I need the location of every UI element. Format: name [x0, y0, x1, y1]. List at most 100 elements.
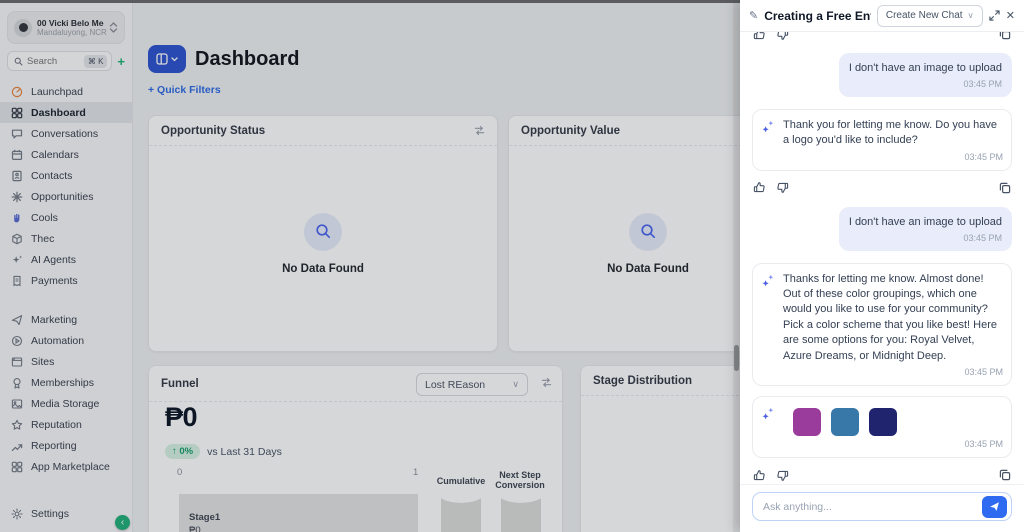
color-swatch-royal-velvet[interactable] — [793, 408, 821, 436]
quick-add-icon[interactable]: + — [117, 55, 125, 68]
collapse-chevron-icon: ‹ — [120, 517, 125, 528]
account-location: Mandaluyong, NCR — [37, 28, 107, 37]
account-name: 00 Vicki Belo Medic... — [37, 18, 104, 28]
bot-message-swatches: 03:45 PM — [752, 396, 1012, 458]
ai-sparkle-icon — [761, 273, 776, 377]
account-switcher[interactable]: 00 Vicki Belo Medic... Mandaluyong, NCR — [7, 11, 125, 44]
widget-title: Stage Distribution — [593, 374, 693, 387]
automation-icon — [10, 335, 23, 347]
search-empty-icon — [629, 212, 667, 251]
chevron-up-down-icon — [109, 22, 118, 33]
sidebar-item-automation[interactable]: Automation — [0, 330, 132, 351]
contacts-icon — [10, 170, 23, 182]
copy-icon[interactable] — [999, 32, 1011, 40]
thumbs-down-icon[interactable] — [776, 32, 789, 41]
chat-title: Creating a Free Entrepr... — [764, 8, 871, 23]
feedback-row — [752, 32, 1012, 43]
thumbs-up-icon[interactable] — [753, 469, 766, 482]
page-title: Dashboard — [195, 48, 300, 70]
sidebar-item-ai-agents[interactable]: AI Agents — [0, 249, 132, 270]
sidebar-item-reporting[interactable]: Reporting — [0, 435, 132, 456]
sidebar-item-contacts[interactable]: Contacts — [0, 165, 132, 186]
cumulative-column — [441, 492, 481, 532]
stage-value: ₱0 — [189, 525, 201, 532]
opportunities-icon — [10, 191, 23, 203]
bot-message: Thanks for letting me know. Almost done!… — [752, 262, 1012, 386]
thumbs-up-icon[interactable] — [753, 181, 766, 194]
dashboard-icon — [10, 107, 23, 119]
sidebar-item-thec[interactable]: Thec — [0, 228, 132, 249]
chat-composer — [740, 484, 1024, 532]
change-badge: ↑ 0% — [165, 444, 201, 459]
main-scrollbar[interactable] — [733, 3, 740, 532]
color-swatch-midnight-deep[interactable] — [869, 408, 897, 436]
search-empty-icon — [304, 212, 342, 251]
funnel-stage-bar[interactable]: Stage1 ₱0 — [179, 494, 418, 532]
expand-icon[interactable] — [989, 10, 1000, 21]
widget-title: Opportunity Status — [161, 124, 266, 137]
dashboard-selector-button[interactable] — [148, 45, 186, 73]
sidebar-item-marketing[interactable]: Marketing — [0, 309, 132, 330]
sidebar-item-cools[interactable]: Cools — [0, 207, 132, 228]
sidebar-collapse-button[interactable]: ‹ — [115, 515, 130, 530]
sidebar-item-reputation[interactable]: Reputation — [0, 414, 132, 435]
sidebar-item-dashboard[interactable]: Dashboard — [0, 102, 132, 123]
sidebar-item-settings[interactable]: Settings — [0, 503, 132, 524]
bot-message: Thank you for letting me know. Do you ha… — [752, 109, 1012, 171]
star-icon — [10, 419, 23, 431]
next-step-column — [501, 492, 541, 532]
thumbs-up-icon[interactable] — [753, 32, 766, 41]
copy-icon[interactable] — [999, 469, 1011, 481]
pencil-icon[interactable]: ✎ — [749, 9, 758, 22]
sidebar-nav: Launchpad Dashboard Conversations Calend… — [0, 81, 132, 477]
sidebar-item-calendars[interactable]: Calendars — [0, 144, 132, 165]
search-input[interactable]: ⌘ K — [7, 51, 113, 71]
sidebar-item-media-storage[interactable]: Media Storage — [0, 393, 132, 414]
sidebar-item-launchpad[interactable]: Launchpad — [0, 81, 132, 102]
account-avatar — [14, 18, 32, 37]
calendar-icon — [10, 149, 23, 161]
send-button[interactable] — [982, 495, 1007, 518]
user-message: I don't have an image to upload 03:45 PM — [838, 53, 1012, 98]
search-shortcut-badge: ⌘ K — [83, 54, 108, 68]
widget-options-icon[interactable] — [541, 377, 552, 388]
gear-icon — [10, 507, 23, 520]
funnel-widget: Funnel Lost REason ∨ ₱0 ↑ 0% vs Last 31 … — [148, 365, 563, 532]
funnel-filter-select[interactable]: Lost REason ∨ — [416, 373, 528, 396]
browser-icon — [10, 356, 23, 368]
color-swatch-azure-dreams[interactable] — [831, 408, 859, 436]
copy-icon[interactable] — [999, 182, 1011, 194]
feedback-row — [752, 466, 1012, 484]
thumbs-down-icon[interactable] — [776, 469, 789, 482]
stage-name: Stage1 — [189, 512, 221, 523]
quick-filters-link[interactable]: + Quick Filters — [148, 84, 221, 96]
sidebar-item-app-marketplace[interactable]: App Marketplace — [0, 456, 132, 477]
sidebar-item-sites[interactable]: Sites — [0, 351, 132, 372]
chat-bubble-icon — [10, 128, 23, 140]
thumbs-down-icon[interactable] — [776, 181, 789, 194]
chevron-down-icon — [171, 56, 178, 62]
receipt-icon — [10, 275, 23, 287]
chat-input[interactable] — [763, 500, 976, 513]
scrollbar-thumb[interactable] — [734, 345, 739, 371]
widget-title: Funnel — [161, 377, 199, 390]
change-caption: vs Last 31 Days — [207, 445, 282, 458]
chevron-down-icon: ∨ — [512, 379, 519, 389]
create-new-chat-button[interactable]: Create New Chat ∨ — [876, 4, 983, 27]
widget-title: Opportunity Value — [521, 124, 621, 137]
sidebar-item-conversations[interactable]: Conversations — [0, 123, 132, 144]
sidebar-item-memberships[interactable]: Memberships — [0, 372, 132, 393]
sparkle-icon — [10, 254, 23, 266]
paper-plane-icon — [10, 314, 23, 326]
image-icon — [10, 398, 23, 410]
opportunity-status-widget: Opportunity Status No Data Found — [148, 115, 498, 352]
close-icon[interactable]: ✕ — [1006, 9, 1015, 22]
widget-options-icon[interactable] — [474, 125, 485, 136]
search-field[interactable] — [27, 55, 80, 67]
cube-icon — [10, 233, 23, 245]
axis-min-label: 0 — [177, 467, 183, 478]
chevron-down-icon: ∨ — [967, 10, 974, 20]
launchpad-icon — [10, 86, 23, 98]
sidebar-item-opportunities[interactable]: Opportunities — [0, 186, 132, 207]
sidebar-item-payments[interactable]: Payments — [0, 270, 132, 291]
